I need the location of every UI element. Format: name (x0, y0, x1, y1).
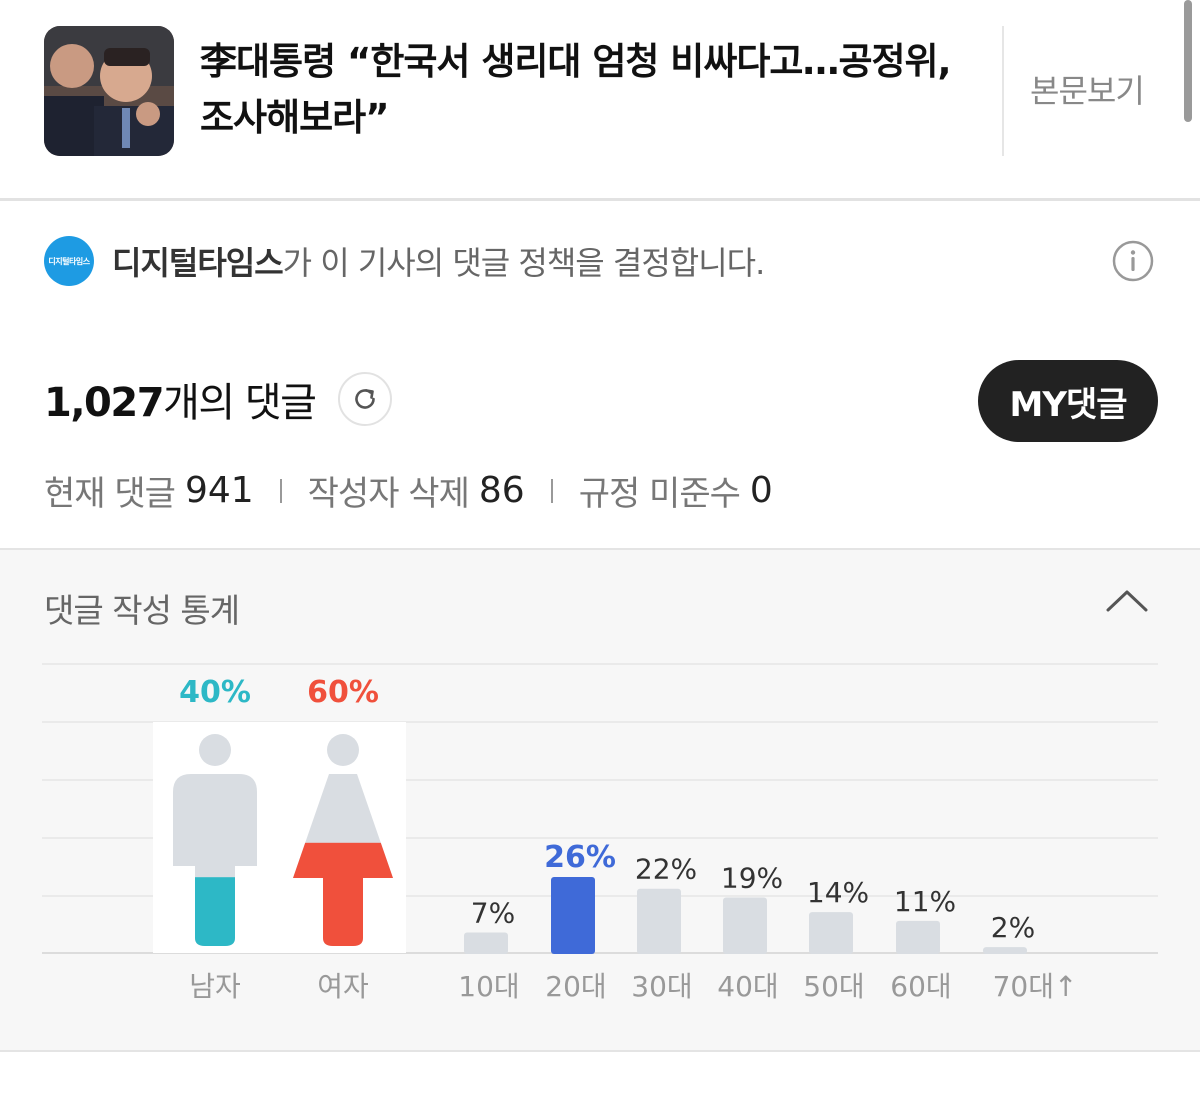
article-thumbnail[interactable] (44, 26, 174, 156)
comment-breakdown: 현재 댓글 941 작성자 삭제 86 규정 미준수 0 (44, 466, 773, 515)
age-value-label: 14% (807, 876, 869, 909)
publisher-logo[interactable]: 디지털타임스 (44, 236, 94, 286)
comment-total: 1,027 (44, 380, 165, 426)
gender-value-label: 40% (179, 675, 251, 710)
age-category-label: 60대 (890, 970, 951, 1003)
age-category-label: 20대 (545, 970, 606, 1003)
separator (279, 478, 282, 503)
age-bar-40대 (723, 897, 767, 954)
age-value-label: 22% (635, 853, 697, 886)
figure-head (327, 734, 359, 766)
age-value-label: 26% (544, 840, 616, 875)
age-value-label: 11% (894, 885, 956, 918)
author-deleted-label: 작성자 삭제 (307, 474, 470, 514)
article-header[interactable]: 李대통령 “한국서 생리대 엄청 비싸다고…공정위, 조사해보라” 본문보기 (0, 0, 1200, 198)
scrollbar-thumb[interactable] (1184, 0, 1192, 122)
refresh-icon (355, 389, 375, 409)
age-category-label: 30대 (631, 970, 692, 1003)
age-bar-20대 (551, 877, 595, 954)
my-comments-button[interactable]: MY댓글 (978, 360, 1158, 442)
comment-stats-chart: 40% 남자 60% 여자 7% 10대 26% 20대 22% 30대 19% 40대 14% 50대 1… (42, 663, 1158, 1003)
info-icon[interactable] (1112, 240, 1154, 282)
rule-violation-value: 0 (749, 470, 773, 511)
gender-category-label: 여자 (317, 970, 369, 1003)
comment-stats-panel: 댓글 작성 통계 40% 남자 60% 여자 7% 10대 26% 20대 22% 30대 19% 4… (0, 548, 1200, 1052)
current-comments-value: 941 (184, 470, 254, 511)
age-value-label: 2% (991, 911, 1035, 944)
author-deleted-value: 86 (478, 470, 525, 511)
age-category-label: 40대 (717, 970, 778, 1003)
article-title[interactable]: 李대통령 “한국서 생리대 엄청 비싸다고…공정위, 조사해보라” (200, 34, 970, 146)
refresh-button[interactable] (338, 372, 392, 426)
age-bar-50대 (809, 912, 853, 954)
view-article-link[interactable]: 본문보기 (1030, 66, 1145, 112)
age-value-label: 7% (471, 897, 515, 930)
gender-value-label: 60% (307, 675, 379, 710)
publisher-name[interactable]: 디지털타임스 (112, 244, 284, 282)
age-value-label: 19% (721, 861, 783, 894)
age-bar-10대 (464, 932, 508, 954)
comment-total-suffix: 개의 댓글 (163, 380, 317, 426)
age-bar-30대 (637, 888, 681, 954)
section-divider (0, 198, 1200, 201)
gender-category-label: 남자 (189, 970, 241, 1003)
current-comments-label: 현재 댓글 (44, 474, 176, 514)
comment-page: 李대통령 “한국서 생리대 엄청 비싸다고…공정위, 조사해보라” 본문보기 디… (0, 0, 1200, 1093)
figure-head (199, 734, 231, 766)
divider (1002, 26, 1004, 156)
age-bar-60대 (896, 920, 940, 954)
separator (550, 478, 553, 503)
publisher-logo-text: 디지털타임스 (48, 256, 90, 266)
comment-policy-notice: 디지털타임스가 이 기사의 댓글 정책을 결정합니다. (112, 238, 766, 284)
age-category-label: 50대 (803, 970, 864, 1003)
age-category-label: 10대 (458, 970, 519, 1003)
age-category-label: 70대↑ (993, 970, 1078, 1003)
comment-count: 1,027개의 댓글 (44, 370, 317, 428)
age-bar-70대↑ (983, 947, 1027, 954)
policy-suffix: 가 이 기사의 댓글 정책을 결정합니다. (282, 244, 766, 282)
rule-violation-label: 규정 미준수 (578, 474, 741, 514)
article-photo (44, 26, 174, 156)
